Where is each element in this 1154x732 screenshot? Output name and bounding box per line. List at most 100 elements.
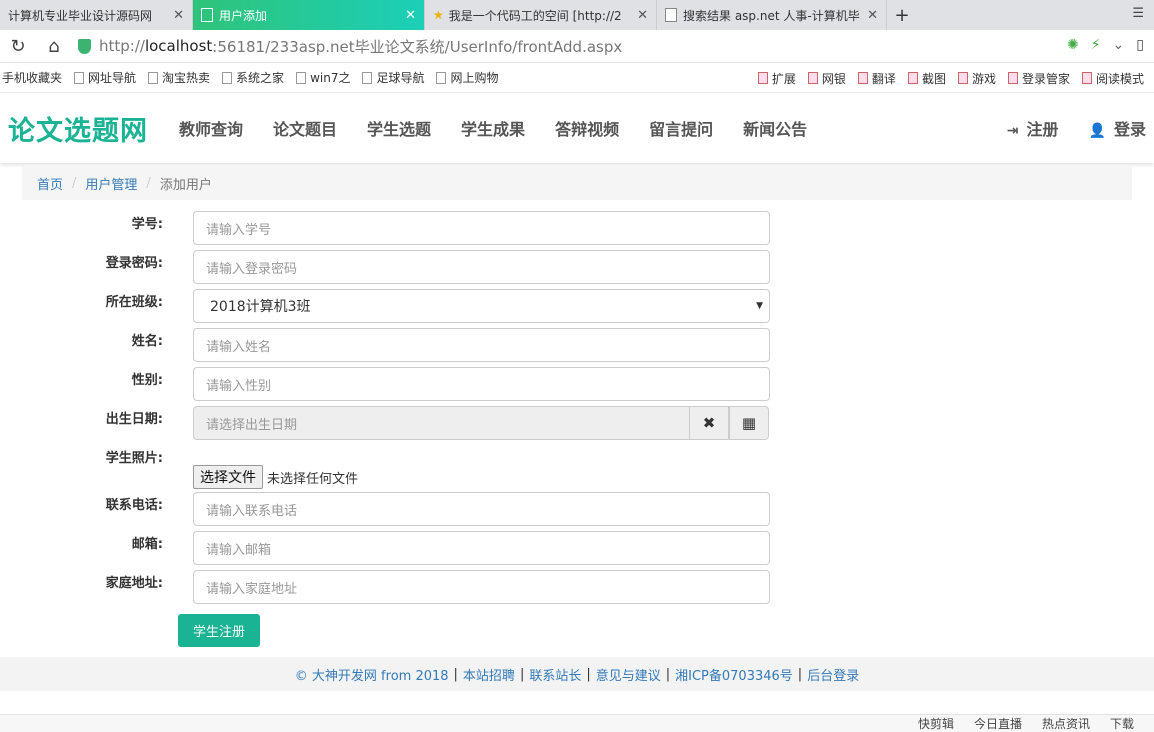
mobile-icon[interactable]: ▯ (1136, 37, 1144, 53)
address-input[interactable]: 请输入家庭地址 (193, 570, 770, 604)
browser-tab[interactable]: ★ 我是一个代码工的空间 [http://2 ✕ (425, 0, 657, 30)
close-icon[interactable]: ✕ (867, 8, 878, 23)
menu-defense-videos[interactable]: 答辩视频 (540, 116, 634, 140)
games-button[interactable]: 游戏 (956, 70, 1006, 87)
login-link[interactable]: 👤 登录 (1089, 116, 1146, 140)
status-item-download[interactable]: 下载 (1110, 715, 1134, 732)
address-bar-actions: ✺ ⚡ ⌄ ▯ (1067, 37, 1144, 53)
close-icon[interactable]: ✕ (173, 8, 184, 23)
birthday-input[interactable]: 请选择出生日期 (193, 406, 690, 440)
bookmark-label: 手机收藏夹 (2, 71, 63, 85)
tab-title: 搜索结果 asp.net 人事-计算机毕 (683, 8, 860, 23)
site-header: 论文选题网 教师查询 论文题目 学生选题 学生成果 答辩视频 留言提问 新闻公告… (0, 93, 1154, 163)
extension-icon (757, 72, 768, 84)
name-input[interactable]: 请输入姓名 (193, 328, 770, 362)
tab-title: 我是一个代码工的空间 [http://2 (448, 8, 622, 23)
screenshot-button[interactable]: 截图 (906, 70, 956, 87)
footer-separator: | (586, 666, 591, 682)
dropdown-icon[interactable]: ⌄ (1113, 37, 1125, 53)
bookmark-label: 足球导航 (376, 71, 425, 85)
browser-toolbar-right: 扩展 网银 翻译 截图 游戏 登录管家 阅读模式 (756, 63, 1154, 93)
phone-input[interactable]: 请输入联系电话 (193, 492, 770, 526)
student-id-label: 学号: (131, 217, 163, 232)
browser-status-bar: 快剪辑 今日直播 热点资讯 下载 (0, 714, 1154, 732)
translate-button[interactable]: 翻译 (856, 70, 906, 87)
footer-link-icp[interactable]: 湘ICP备0703346号 (675, 665, 793, 684)
password-label: 登录密码: (105, 256, 163, 271)
reading-mode-button[interactable]: 阅读模式 (1080, 70, 1154, 87)
bookmark-item[interactable]: 系统之家 (220, 69, 294, 86)
browser-tab[interactable]: 计算机专业毕业设计源码网 ✕ (0, 0, 193, 30)
sign-in-icon: ⇥ (1006, 123, 1019, 139)
status-item-clip[interactable]: 快剪辑 (918, 715, 954, 732)
lightning-icon[interactable]: ⚡ (1091, 37, 1101, 53)
form-row: 所在班级: 2018计算机3班 ▼ (0, 289, 800, 325)
class-select[interactable]: 2018计算机3班 ▼ (193, 289, 770, 323)
bookmark-item[interactable]: win7之 (294, 69, 360, 86)
student-id-input[interactable]: 请输入学号 (193, 211, 770, 245)
menu-messages[interactable]: 留言提问 (634, 116, 728, 140)
form-row: 登录密码: 请输入登录密码 (0, 250, 800, 286)
footer-link-admin[interactable]: 后台登录 (807, 665, 859, 684)
breadcrumb-home[interactable]: 首页 (37, 174, 63, 193)
translate-icon (857, 72, 868, 84)
site-logo[interactable]: 论文选题网 (8, 109, 148, 148)
status-item-news[interactable]: 热点资讯 (1042, 715, 1090, 732)
login-manager-button[interactable]: 登录管家 (1006, 70, 1080, 87)
choose-file-button[interactable]: 选择文件 (193, 465, 263, 489)
speed-mode-icon[interactable]: ✺ (1067, 37, 1079, 53)
menu-news[interactable]: 新闻公告 (728, 116, 822, 140)
toolbar-label: 网银 (821, 71, 846, 86)
star-icon: ★ (433, 8, 444, 22)
form-row: 学号: 请输入学号 (0, 211, 800, 247)
student-register-button[interactable]: 学生注册 (178, 614, 260, 647)
caret-down-icon: ▼ (756, 301, 763, 311)
menu-student-selection[interactable]: 学生选题 (352, 116, 446, 140)
close-icon[interactable]: ✕ (405, 8, 416, 23)
gamepad-icon (957, 72, 968, 84)
register-link[interactable]: ⇥ 注册 (1007, 116, 1059, 140)
form-row: 学生照片: (0, 445, 800, 481)
email-input[interactable]: 请输入邮箱 (193, 531, 770, 565)
clear-date-button[interactable]: ✖ (689, 406, 729, 440)
window-menu-icon[interactable]: ☰ (1132, 6, 1144, 21)
breadcrumb-separator: / (146, 176, 151, 191)
close-icon[interactable]: ✕ (637, 8, 648, 23)
bank-button[interactable]: 网银 (806, 70, 856, 87)
footer-separator: | (797, 666, 803, 682)
refresh-icon[interactable]: ↻ (0, 30, 36, 63)
auth-links: ⇥ 注册 👤 登录 (1007, 93, 1146, 163)
footer-link-contact[interactable]: 联系站长 (529, 665, 581, 684)
browser-tab[interactable]: 搜索结果 asp.net 人事-计算机毕 ✕ (657, 0, 887, 30)
class-select-value: 2018计算机3班 (210, 299, 311, 315)
breadcrumb-section[interactable]: 用户管理 (85, 174, 137, 193)
menu-teacher-query[interactable]: 教师查询 (164, 116, 258, 140)
footer-link-feedback[interactable]: 意见与建议 (596, 665, 661, 684)
bookmark-item[interactable]: 足球导航 (360, 69, 434, 86)
new-tab-button[interactable]: + (887, 0, 917, 30)
home-icon[interactable]: ⌂ (36, 30, 72, 63)
bookmark-item[interactable]: 手机收藏夹 (0, 69, 72, 86)
page-icon (74, 71, 85, 84)
calendar-button[interactable]: ▦ (729, 406, 769, 440)
address-label: 家庭地址: (105, 576, 163, 591)
url-field[interactable]: http://localhost:56181/233asp.net毕业论文系统/… (78, 36, 622, 57)
browser-tab-active[interactable]: 用户添加 ✕ (193, 0, 425, 30)
menu-thesis-topics[interactable]: 论文题目 (258, 116, 352, 140)
bookmark-item[interactable]: 网上购物 (434, 69, 508, 86)
toolbar-label: 登录管家 (1021, 71, 1070, 86)
status-item-live[interactable]: 今日直播 (974, 715, 1022, 732)
menu-student-results[interactable]: 学生成果 (446, 116, 540, 140)
gender-input[interactable]: 请输入性别 (193, 367, 770, 401)
extensions-button[interactable]: 扩展 (756, 70, 806, 87)
email-label: 邮箱: (131, 537, 163, 552)
password-input[interactable]: 请输入登录密码 (193, 250, 770, 284)
bookmark-item[interactable]: 淘宝热卖 (146, 69, 220, 86)
footer-link-jobs[interactable]: 本站招聘 (463, 665, 515, 684)
page-icon (222, 71, 233, 84)
gender-label: 性别: (131, 373, 163, 388)
form-row: 出生日期: 请选择出生日期 ✖ ▦ (0, 406, 800, 442)
browser-tab-strip: 计算机专业毕业设计源码网 ✕ 用户添加 ✕ ★ 我是一个代码工的空间 [http… (0, 0, 1154, 30)
bookmark-label: 系统之家 (236, 71, 285, 85)
bookmark-item[interactable]: 网址导航 (72, 69, 146, 86)
